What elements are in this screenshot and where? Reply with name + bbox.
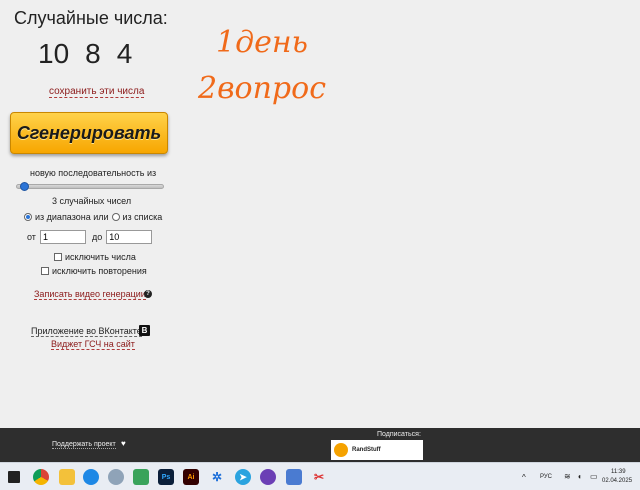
exclude-repeats-checkbox[interactable] [41, 267, 49, 275]
snipping-icon[interactable]: ✂ [311, 469, 327, 485]
randstuff-name: RandStuff [352, 447, 381, 453]
wifi-icon[interactable]: ≋ [564, 472, 571, 481]
vk-icon[interactable]: В [139, 325, 150, 336]
tray-expand-icon[interactable]: ^ [522, 473, 526, 482]
heart-icon: ♥ [121, 439, 126, 448]
count-label: 3 случайных чисел [52, 196, 132, 206]
clock-time[interactable]: 11:39 [611, 469, 626, 475]
photoshop-icon[interactable]: Ps [158, 469, 174, 485]
exclude-repeats-label: исключить повторения [52, 266, 147, 276]
to-input[interactable] [106, 230, 153, 244]
range-radio-label: из диапазона или [35, 212, 109, 222]
notepad-icon[interactable] [286, 469, 302, 485]
randstuff-logo-icon [334, 443, 348, 457]
folder-icon[interactable] [59, 469, 75, 485]
clock-date[interactable]: 02.04.2025 [602, 478, 632, 484]
chrome-icon[interactable] [33, 469, 49, 485]
handwriting-line1: 1день [216, 25, 308, 60]
handwriting-line2: 2вопрос [197, 71, 326, 106]
slider-thumb[interactable] [20, 182, 29, 191]
count-slider[interactable] [16, 182, 164, 191]
help-icon[interactable]: ? [144, 290, 152, 298]
telegram-icon[interactable]: ➤ [235, 469, 251, 485]
exclude-numbers-label: исключить числа [65, 252, 136, 262]
page-title: Случайные числа: [14, 8, 168, 28]
subscribe-label: Подписаться: [377, 431, 421, 438]
list-radio[interactable] [111, 213, 120, 221]
number-1: 10 [38, 38, 70, 69]
number-3: 4 [116, 38, 133, 69]
handwritten-annotation: 1день 2вопрос [197, 25, 326, 106]
number-2: 8 [85, 38, 101, 69]
photos-icon[interactable] [133, 469, 149, 485]
randstuff-subscribe-widget[interactable]: RandStuff [331, 440, 423, 460]
range-radio[interactable] [24, 213, 32, 221]
sequence-label: новую последовательность из [30, 168, 157, 178]
mode-selector: из диапазона или из списка [24, 212, 162, 222]
exclude-numbers-checkbox[interactable] [54, 253, 62, 261]
battery-icon[interactable]: ▭ [590, 472, 598, 481]
save-numbers-link[interactable]: сохранить эти числа [49, 86, 145, 98]
support-project-link[interactable]: Поддержать проект [52, 441, 116, 449]
volume-icon[interactable]: ◖ [577, 472, 582, 481]
list-radio-label: из списка [122, 212, 163, 222]
tool-icon[interactable]: ✲ [209, 469, 225, 485]
to-label: до [91, 232, 103, 242]
vk-app-link[interactable]: Приложение во ВКонтакте [31, 326, 142, 337]
site-footer: Поддержать проект ♥ Подписаться: RandStu… [0, 428, 640, 462]
edge-icon[interactable] [83, 469, 99, 485]
windows-taskbar: Ps Ai ✲ ➤ ✂ ^ РУС ≋ ◖ ▭ 11:39 02.04.2025 [0, 462, 640, 490]
random-numbers-page: Случайные числа: 10 8 4 сохранить эти чи… [0, 0, 640, 428]
range-inputs: от до [27, 230, 156, 244]
settings-icon[interactable] [108, 469, 124, 485]
numbers-result: 10 8 4 [38, 38, 132, 70]
illustrator-icon[interactable]: Ai [183, 469, 199, 485]
exclude-repeats-row: исключить повторения [41, 266, 147, 276]
from-label: от [27, 232, 36, 242]
generate-button[interactable]: Сгенерировать [10, 112, 168, 154]
record-video-link[interactable]: Записать видео генерации [34, 289, 146, 300]
start-icon[interactable] [8, 471, 20, 483]
from-input[interactable] [39, 230, 86, 244]
widget-link[interactable]: Виджет ГСЧ на сайт [51, 339, 135, 350]
tor-icon[interactable] [260, 469, 276, 485]
exclude-numbers-row: исключить числа [54, 252, 136, 262]
language-indicator[interactable]: РУС [540, 474, 552, 480]
